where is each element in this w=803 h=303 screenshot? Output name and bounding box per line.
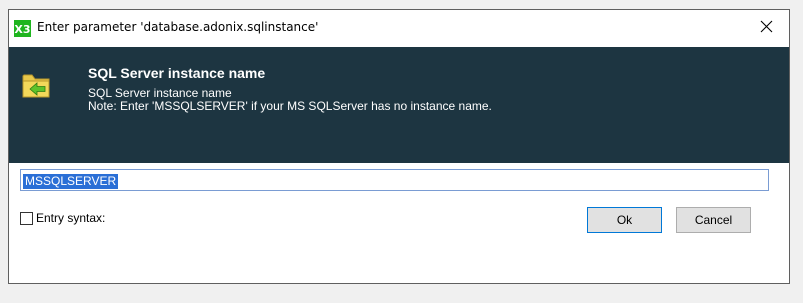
header-note: Note: Enter 'MSSQLSERVER' if your MS SQL… (88, 99, 492, 113)
folder-arrow-icon (22, 71, 54, 99)
cancel-button[interactable]: Cancel (676, 207, 751, 233)
title-bar: X3 Enter parameter 'database.adonix.sqli… (9, 10, 789, 47)
ok-button-label: Ok (616, 213, 633, 227)
entry-syntax-checkbox[interactable] (20, 212, 33, 225)
entry-syntax-label: Entry syntax: (36, 211, 106, 225)
close-icon (760, 20, 773, 38)
parameter-value-input[interactable]: MSSQLSERVER (20, 169, 769, 191)
parameter-dialog: X3 Enter parameter 'database.adonix.sqli… (8, 9, 790, 284)
cancel-button-label: Cancel (694, 213, 733, 227)
header-title: SQL Server instance name (88, 65, 266, 81)
close-button[interactable] (743, 10, 789, 47)
info-header: SQL Server instance name SQL Server inst… (9, 47, 789, 163)
x3-icon: X3 (14, 20, 31, 37)
parameter-value-text: MSSQLSERVER (23, 174, 119, 189)
ok-button[interactable]: Ok (587, 207, 662, 233)
svg-text:X3: X3 (14, 23, 30, 36)
window-title: Enter parameter 'database.adonix.sqlinst… (37, 20, 319, 34)
